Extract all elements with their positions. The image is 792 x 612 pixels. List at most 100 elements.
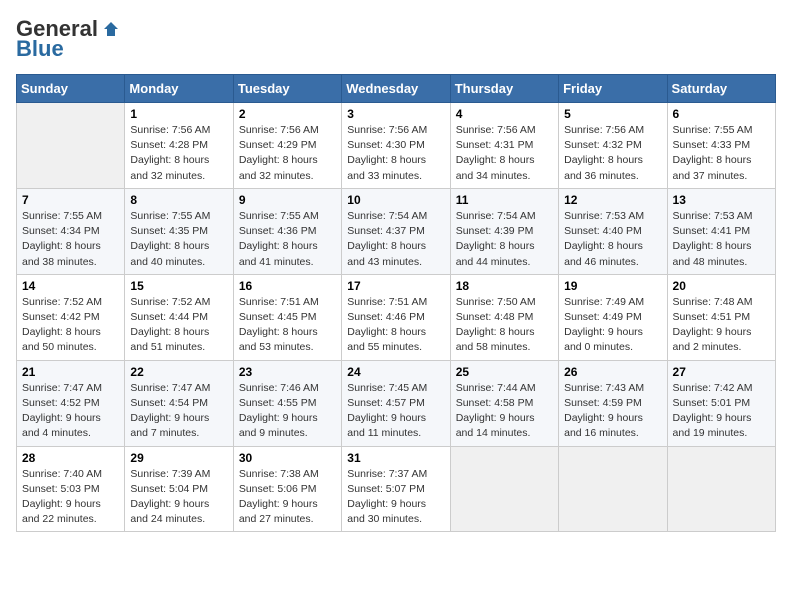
- page-header: General Blue: [16, 16, 776, 62]
- day-number: 25: [456, 365, 553, 379]
- day-number: 15: [130, 279, 227, 293]
- day-number: 3: [347, 107, 444, 121]
- day-number: 11: [456, 193, 553, 207]
- calendar-cell: 15 Sunrise: 7:52 AM Sunset: 4:44 PM Dayli…: [125, 274, 233, 360]
- calendar-table: SundayMondayTuesdayWednesdayThursdayFrid…: [16, 74, 776, 532]
- calendar-cell: 28 Sunrise: 7:40 AM Sunset: 5:03 PM Dayli…: [17, 446, 125, 532]
- day-number: 6: [673, 107, 770, 121]
- calendar-week-row: 14Sunrise: 7:52 AM Sunset: 4:42 PM Dayli…: [17, 274, 776, 360]
- day-info: Sunrise: 7:38 AM Sunset: 5:06 PM Dayligh…: [239, 467, 336, 528]
- day-number: 5: [564, 107, 661, 121]
- day-info: Sunrise: 7:53 AM Sunset: 4:40 PM Dayligh…: [564, 209, 661, 270]
- day-info: Sunrise: 7:56 AM Sunset: 4:31 PM Dayligh…: [456, 123, 553, 184]
- calendar-cell: 11 Sunrise: 7:54 AM Sunset: 4:39 PM Dayli…: [450, 188, 558, 274]
- day-info: Sunrise: 7:52 AM Sunset: 4:44 PM Dayligh…: [130, 295, 227, 356]
- day-number: 8: [130, 193, 227, 207]
- day-number: 23: [239, 365, 336, 379]
- day-info: Sunrise: 7:42 AM Sunset: 5:01 PM Dayligh…: [673, 381, 770, 442]
- calendar-cell: 13Sunrise: 7:53 AM Sunset: 4:41 PM Dayli…: [667, 188, 775, 274]
- day-info: Sunrise: 7:46 AM Sunset: 4:55 PM Dayligh…: [239, 381, 336, 442]
- calendar-cell: [450, 446, 558, 532]
- calendar-cell: 26Sunrise: 7:43 AM Sunset: 4:59 PM Dayli…: [559, 360, 667, 446]
- weekday-header-wednesday: Wednesday: [342, 75, 450, 103]
- weekday-header-monday: Monday: [125, 75, 233, 103]
- day-info: Sunrise: 7:56 AM Sunset: 4:28 PM Dayligh…: [130, 123, 227, 184]
- day-info: Sunrise: 7:49 AM Sunset: 4:49 PM Dayligh…: [564, 295, 661, 356]
- day-number: 28: [22, 451, 119, 465]
- day-number: 12: [564, 193, 661, 207]
- calendar-cell: 10 Sunrise: 7:54 AM Sunset: 4:37 PM Dayli…: [342, 188, 450, 274]
- calendar-week-row: 28 Sunrise: 7:40 AM Sunset: 5:03 PM Dayli…: [17, 446, 776, 532]
- day-number: 14: [22, 279, 119, 293]
- logo-blue-text: Blue: [16, 36, 64, 62]
- calendar-cell: [559, 446, 667, 532]
- logo-icon: [100, 18, 122, 40]
- calendar-cell: 30 Sunrise: 7:38 AM Sunset: 5:06 PM Dayli…: [233, 446, 341, 532]
- day-info: Sunrise: 7:48 AM Sunset: 4:51 PM Dayligh…: [673, 295, 770, 356]
- day-number: 19: [564, 279, 661, 293]
- day-info: Sunrise: 7:40 AM Sunset: 5:03 PM Dayligh…: [22, 467, 119, 528]
- calendar-cell: 12 Sunrise: 7:53 AM Sunset: 4:40 PM Dayli…: [559, 188, 667, 274]
- calendar-cell: 3 Sunrise: 7:56 AM Sunset: 4:30 PM Daylig…: [342, 103, 450, 189]
- day-info: Sunrise: 7:45 AM Sunset: 4:57 PM Dayligh…: [347, 381, 444, 442]
- day-info: Sunrise: 7:37 AM Sunset: 5:07 PM Dayligh…: [347, 467, 444, 528]
- day-number: 7: [22, 193, 119, 207]
- calendar-cell: 4Sunrise: 7:56 AM Sunset: 4:31 PM Daylig…: [450, 103, 558, 189]
- calendar-cell: 24 Sunrise: 7:45 AM Sunset: 4:57 PM Dayli…: [342, 360, 450, 446]
- day-info: Sunrise: 7:39 AM Sunset: 5:04 PM Dayligh…: [130, 467, 227, 528]
- calendar-cell: 8Sunrise: 7:55 AM Sunset: 4:35 PM Daylig…: [125, 188, 233, 274]
- day-info: Sunrise: 7:55 AM Sunset: 4:36 PM Dayligh…: [239, 209, 336, 270]
- calendar-cell: 1 Sunrise: 7:56 AM Sunset: 4:28 PM Daylig…: [125, 103, 233, 189]
- day-number: 1: [130, 107, 227, 121]
- day-number: 13: [673, 193, 770, 207]
- calendar-cell: 27 Sunrise: 7:42 AM Sunset: 5:01 PM Dayli…: [667, 360, 775, 446]
- calendar-cell: 25 Sunrise: 7:44 AM Sunset: 4:58 PM Dayli…: [450, 360, 558, 446]
- day-info: Sunrise: 7:55 AM Sunset: 4:34 PM Dayligh…: [22, 209, 119, 270]
- day-number: 16: [239, 279, 336, 293]
- weekday-header-sunday: Sunday: [17, 75, 125, 103]
- day-number: 20: [673, 279, 770, 293]
- calendar-cell: [17, 103, 125, 189]
- calendar-cell: 31 Sunrise: 7:37 AM Sunset: 5:07 PM Dayli…: [342, 446, 450, 532]
- calendar-cell: 17 Sunrise: 7:51 AM Sunset: 4:46 PM Dayli…: [342, 274, 450, 360]
- calendar-week-row: 21 Sunrise: 7:47 AM Sunset: 4:52 PM Dayli…: [17, 360, 776, 446]
- day-info: Sunrise: 7:50 AM Sunset: 4:48 PM Dayligh…: [456, 295, 553, 356]
- day-info: Sunrise: 7:55 AM Sunset: 4:33 PM Dayligh…: [673, 123, 770, 184]
- calendar-cell: 29 Sunrise: 7:39 AM Sunset: 5:04 PM Dayli…: [125, 446, 233, 532]
- calendar-cell: 22Sunrise: 7:47 AM Sunset: 4:54 PM Dayli…: [125, 360, 233, 446]
- day-info: Sunrise: 7:56 AM Sunset: 4:32 PM Dayligh…: [564, 123, 661, 184]
- day-number: 30: [239, 451, 336, 465]
- day-info: Sunrise: 7:51 AM Sunset: 4:46 PM Dayligh…: [347, 295, 444, 356]
- calendar-cell: 9Sunrise: 7:55 AM Sunset: 4:36 PM Daylig…: [233, 188, 341, 274]
- day-info: Sunrise: 7:43 AM Sunset: 4:59 PM Dayligh…: [564, 381, 661, 442]
- day-info: Sunrise: 7:56 AM Sunset: 4:29 PM Dayligh…: [239, 123, 336, 184]
- day-info: Sunrise: 7:44 AM Sunset: 4:58 PM Dayligh…: [456, 381, 553, 442]
- day-number: 31: [347, 451, 444, 465]
- calendar-cell: 20 Sunrise: 7:48 AM Sunset: 4:51 PM Dayli…: [667, 274, 775, 360]
- day-number: 21: [22, 365, 119, 379]
- calendar-week-row: 1 Sunrise: 7:56 AM Sunset: 4:28 PM Daylig…: [17, 103, 776, 189]
- weekday-header-row: SundayMondayTuesdayWednesdayThursdayFrid…: [17, 75, 776, 103]
- calendar-cell: 7 Sunrise: 7:55 AM Sunset: 4:34 PM Daylig…: [17, 188, 125, 274]
- day-number: 17: [347, 279, 444, 293]
- day-number: 24: [347, 365, 444, 379]
- calendar-cell: 6 Sunrise: 7:55 AM Sunset: 4:33 PM Daylig…: [667, 103, 775, 189]
- calendar-cell: 19 Sunrise: 7:49 AM Sunset: 4:49 PM Dayli…: [559, 274, 667, 360]
- day-number: 2: [239, 107, 336, 121]
- day-info: Sunrise: 7:47 AM Sunset: 4:52 PM Dayligh…: [22, 381, 119, 442]
- calendar-cell: 23 Sunrise: 7:46 AM Sunset: 4:55 PM Dayli…: [233, 360, 341, 446]
- day-info: Sunrise: 7:51 AM Sunset: 4:45 PM Dayligh…: [239, 295, 336, 356]
- day-info: Sunrise: 7:56 AM Sunset: 4:30 PM Dayligh…: [347, 123, 444, 184]
- calendar-cell: 18Sunrise: 7:50 AM Sunset: 4:48 PM Dayli…: [450, 274, 558, 360]
- calendar-cell: 14Sunrise: 7:52 AM Sunset: 4:42 PM Dayli…: [17, 274, 125, 360]
- day-info: Sunrise: 7:54 AM Sunset: 4:39 PM Dayligh…: [456, 209, 553, 270]
- day-number: 29: [130, 451, 227, 465]
- logo: General Blue: [16, 16, 122, 62]
- calendar-week-row: 7 Sunrise: 7:55 AM Sunset: 4:34 PM Daylig…: [17, 188, 776, 274]
- day-number: 10: [347, 193, 444, 207]
- day-number: 27: [673, 365, 770, 379]
- weekday-header-thursday: Thursday: [450, 75, 558, 103]
- calendar-cell: [667, 446, 775, 532]
- day-info: Sunrise: 7:54 AM Sunset: 4:37 PM Dayligh…: [347, 209, 444, 270]
- weekday-header-friday: Friday: [559, 75, 667, 103]
